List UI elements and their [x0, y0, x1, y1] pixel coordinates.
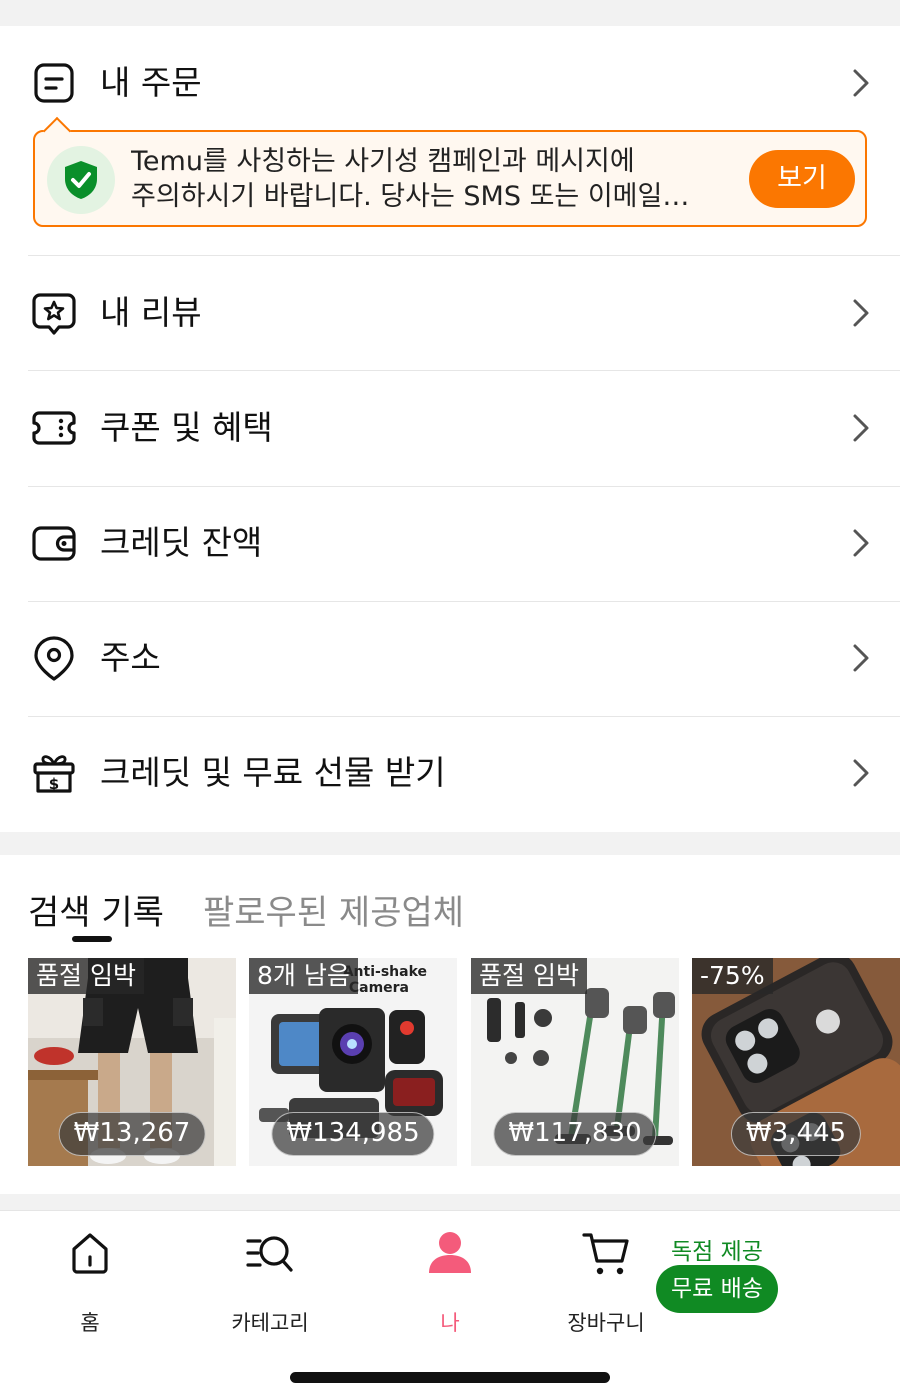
product-card[interactable]: Anti-shake Camera 8개 남음 ₩134,985: [249, 958, 457, 1166]
product-badge: -75%: [692, 958, 773, 994]
product-price: ₩3,445: [730, 1112, 862, 1156]
chevron-right-icon: [853, 299, 869, 327]
section-separator: [0, 1194, 900, 1210]
product-price: ₩134,985: [271, 1112, 435, 1156]
history-tabs: 검색 기록 팔로우된 제공업체: [0, 855, 900, 955]
section-separator: [0, 832, 900, 855]
cart-icon: [582, 1233, 629, 1275]
tab-me-label: 나: [440, 1311, 460, 1335]
exclusive-offer-label: 독점 제공: [671, 1239, 763, 1265]
product-badge: 8개 남음: [249, 958, 358, 994]
chevron-right-icon: [853, 644, 869, 672]
menu-label-free-gifts: 크레딧 및 무료 선물 받기: [100, 753, 446, 792]
product-card[interactable]: 품절 임박 ₩13,267: [28, 958, 236, 1166]
tab-followed-sellers[interactable]: 팔로우된 제공업체: [203, 885, 464, 934]
tab-cart-label: 장바구니: [567, 1311, 645, 1335]
chevron-right-icon: [853, 759, 869, 787]
notice-line-1: Temu를 사칭하는 사기성 캠페인과 메시지에: [131, 146, 635, 177]
home-icon: [72, 1233, 108, 1274]
svg-text:$: $: [49, 775, 59, 793]
menu-item-free-gifts[interactable]: $ 크레딧 및 무료 선물 받기: [0, 716, 900, 830]
chevron-right-icon: [853, 414, 869, 442]
home-indicator: [290, 1372, 610, 1383]
tab-cart[interactable]: 장바구니: [546, 1229, 666, 1335]
free-shipping-badge[interactable]: 무료 배송: [656, 1265, 778, 1313]
tab-search-history[interactable]: 검색 기록: [28, 885, 164, 934]
scam-warning-notice: Temu를 사칭하는 사기성 캠페인과 메시지에 주의하시기 바랍니다. 당사는…: [33, 116, 867, 227]
tab-home-label: 홈: [80, 1311, 100, 1335]
chevron-right-icon: [853, 529, 869, 557]
menu-item-orders[interactable]: 내 주문: [0, 26, 900, 140]
tab-category-label: 카테고리: [231, 1311, 309, 1335]
product-price: ₩13,267: [58, 1112, 206, 1156]
shield-check-icon: [65, 161, 97, 199]
chevron-right-icon: [853, 69, 869, 97]
tab-home[interactable]: 홈: [30, 1229, 150, 1335]
menu-label-credit-balance: 크레딧 잔액: [100, 523, 263, 562]
svg-text:Camera: Camera: [349, 980, 409, 996]
product-badge: 품절 임박: [28, 958, 144, 994]
menu-item-reviews[interactable]: 내 리뷰: [0, 256, 900, 370]
category-search-icon: [246, 1236, 293, 1272]
product-card[interactable]: -75% ₩3,445: [692, 958, 900, 1166]
view-notice-button[interactable]: 보기: [749, 150, 855, 208]
menu-item-credit-balance[interactable]: 크레딧 잔액: [0, 486, 900, 600]
notice-text: Temu를 사칭하는 사기성 캠페인과 메시지에 주의하시기 바랍니다. 당사는…: [131, 144, 721, 214]
review-star-icon: [32, 293, 76, 335]
user-icon: [429, 1232, 471, 1273]
menu-label-address: 주소: [100, 638, 161, 677]
menu-label-orders: 내 주문: [100, 63, 202, 102]
notice-line-2: 주의하시기 바랍니다. 당사는 SMS 또는 이메일…: [131, 181, 690, 212]
product-badge: 품절 임박: [471, 958, 587, 994]
orders-icon: [34, 63, 74, 103]
tab-category[interactable]: 카테고리: [210, 1229, 330, 1335]
product-price: ₩117,830: [493, 1112, 657, 1156]
product-card[interactable]: 품절 임박 ₩117,830: [471, 958, 679, 1166]
top-divider-band: [0, 0, 900, 26]
location-pin-icon: [34, 636, 74, 681]
menu-item-coupons[interactable]: 쿠폰 및 혜택: [0, 371, 900, 485]
wallet-icon: [32, 526, 76, 561]
active-tab-indicator: [72, 936, 112, 942]
coupon-icon: [32, 411, 76, 445]
menu-label-reviews: 내 리뷰: [100, 293, 202, 332]
gift-icon: $: [33, 755, 75, 793]
menu-label-coupons: 쿠폰 및 혜택: [100, 408, 273, 447]
tab-me[interactable]: 나: [390, 1229, 510, 1335]
menu-item-address[interactable]: 주소: [0, 601, 900, 715]
shield-badge: [47, 146, 115, 214]
